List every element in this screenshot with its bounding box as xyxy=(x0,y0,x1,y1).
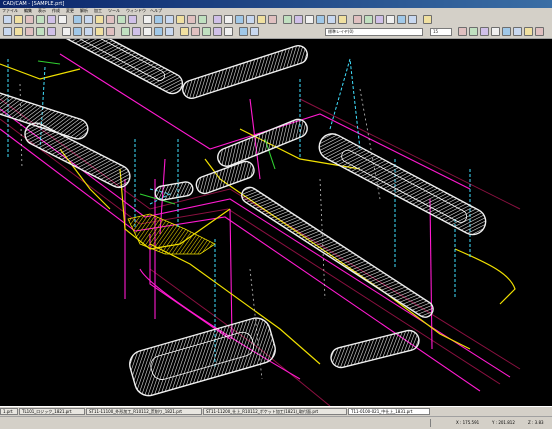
save-icon[interactable] xyxy=(25,15,34,24)
cut-icon[interactable] xyxy=(47,15,56,24)
hide-icon[interactable] xyxy=(121,27,130,36)
open-icon[interactable] xyxy=(14,15,23,24)
point-icon[interactable] xyxy=(305,15,314,24)
coord-x: X : 175.591 xyxy=(456,420,480,425)
view-tool-icon[interactable] xyxy=(458,27,467,36)
nc-icon[interactable] xyxy=(202,27,211,36)
tool-list-icon[interactable] xyxy=(165,27,174,36)
view-tool-icon[interactable] xyxy=(469,27,478,36)
solid-icon[interactable] xyxy=(375,15,384,24)
redo-icon[interactable] xyxy=(106,15,115,24)
yellow-pocket xyxy=(127,213,216,255)
view-tool-icon[interactable] xyxy=(524,27,533,36)
select-icon[interactable] xyxy=(283,15,292,24)
layer-combo[interactable]: 標準レイヤ(0) xyxy=(325,28,423,36)
file-tab[interactable]: ST11-11100_外形加工_R10112_荒削り_1821.prt xyxy=(86,408,202,415)
zoom-icon[interactable] xyxy=(128,15,137,24)
previous-view-icon[interactable] xyxy=(95,27,104,36)
filter-icon[interactable] xyxy=(143,27,152,36)
redraw-icon[interactable] xyxy=(106,27,115,36)
verify-icon[interactable] xyxy=(191,27,200,36)
print-icon[interactable] xyxy=(36,15,45,24)
file-tab-active[interactable]: T11-0100-021_中仕上_1831.prt xyxy=(348,408,430,415)
zoom-window-icon[interactable] xyxy=(84,27,93,36)
layer-icon[interactable] xyxy=(235,15,244,24)
view-tool-icon[interactable] xyxy=(480,27,489,36)
line-icon[interactable] xyxy=(316,15,325,24)
show-icon[interactable] xyxy=(132,27,141,36)
view-tool-icon[interactable] xyxy=(513,27,522,36)
view-toolbar: 標準レイヤ(0) 15 xyxy=(0,26,552,39)
machine-icon[interactable] xyxy=(213,27,222,36)
view-tool-icon[interactable] xyxy=(502,27,511,36)
zoom-in-icon[interactable] xyxy=(62,27,71,36)
spline-icon[interactable] xyxy=(353,15,362,24)
arc-icon[interactable] xyxy=(327,15,336,24)
view-side-icon[interactable] xyxy=(187,15,196,24)
fit-icon[interactable] xyxy=(47,27,56,36)
group-icon[interactable] xyxy=(294,15,303,24)
simulate-icon[interactable] xyxy=(397,15,406,24)
color-icon[interactable] xyxy=(14,27,23,36)
undo-icon[interactable] xyxy=(95,15,104,24)
scale-combo[interactable]: 15 xyxy=(430,28,452,36)
view-iso-icon[interactable] xyxy=(198,15,207,24)
file-tab[interactable]: 1.prt xyxy=(0,408,18,415)
view-tool-icon[interactable] xyxy=(491,27,500,36)
paste-icon[interactable] xyxy=(84,15,93,24)
view-top-icon[interactable] xyxy=(176,15,185,24)
new-icon[interactable] xyxy=(3,15,12,24)
window-title: CAD/CAM - [SAMPLE.prt] xyxy=(3,1,65,7)
properties-icon[interactable] xyxy=(154,27,163,36)
status-separator xyxy=(430,419,431,427)
stock-icon[interactable] xyxy=(224,27,233,36)
coord-z: Z : 3.83 xyxy=(528,420,544,425)
surface-icon[interactable] xyxy=(364,15,373,24)
view-front-icon[interactable] xyxy=(165,15,174,24)
operation-icon[interactable] xyxy=(180,27,189,36)
rotate-icon[interactable] xyxy=(154,15,163,24)
model-drawing xyxy=(0,39,521,406)
setting-icon[interactable] xyxy=(423,15,432,24)
attribute-icon[interactable] xyxy=(36,27,45,36)
main-toolbar xyxy=(0,13,552,27)
wire-icon[interactable] xyxy=(213,15,222,24)
help-icon[interactable] xyxy=(117,15,126,24)
coord-y: Y : 201.812 xyxy=(492,420,515,425)
linetype-icon[interactable] xyxy=(25,27,34,36)
status-bar: X : 175.591 Y : 201.812 Z : 3.83 xyxy=(0,416,552,429)
grid-icon[interactable] xyxy=(246,15,255,24)
toolpath-icon[interactable] xyxy=(386,15,395,24)
pan-icon[interactable] xyxy=(143,15,152,24)
zoom-out-icon[interactable] xyxy=(73,27,82,36)
post-icon[interactable] xyxy=(408,15,417,24)
view-tool-icon[interactable] xyxy=(535,27,544,36)
copy-icon[interactable] xyxy=(73,15,82,24)
snap-icon[interactable] xyxy=(257,15,266,24)
cad-viewport[interactable] xyxy=(0,39,552,406)
delete-icon[interactable] xyxy=(58,15,67,24)
measure-icon[interactable] xyxy=(268,15,277,24)
rib-features xyxy=(0,39,487,397)
file-tab[interactable]: ST11-11200_仕上_R10112_ポケット加工(1821)_取付面.pr… xyxy=(203,408,347,415)
fixture-icon[interactable] xyxy=(239,27,248,36)
coordinate-icon[interactable] xyxy=(250,27,259,36)
title-bar: CAD/CAM - [SAMPLE.prt] xyxy=(0,0,552,8)
circle-icon[interactable] xyxy=(338,15,347,24)
layer-manager-icon[interactable] xyxy=(3,27,12,36)
shade-icon[interactable] xyxy=(224,15,233,24)
file-tab[interactable]: TL101_ロジック_1821.prt xyxy=(19,408,85,415)
